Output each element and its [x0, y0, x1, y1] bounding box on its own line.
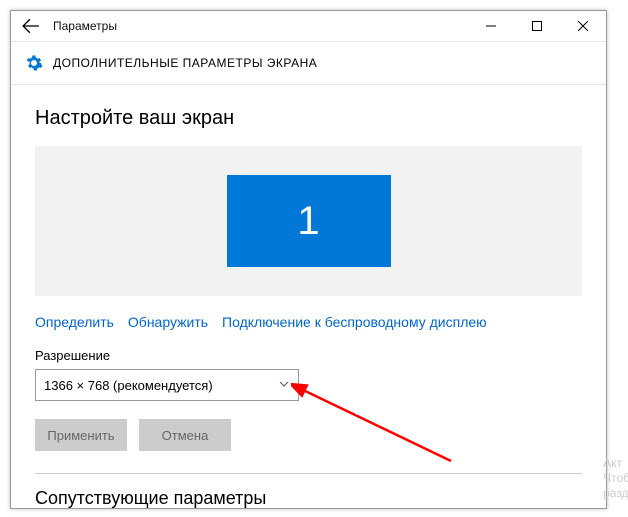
page-title: Настройте ваш экран — [35, 107, 582, 130]
watermark-line: Акт — [603, 456, 628, 471]
detect-link[interactable]: Обнаружить — [128, 314, 208, 330]
apply-button[interactable]: Применить — [35, 419, 127, 451]
action-buttons: Применить Отмена — [35, 419, 582, 451]
titlebar: Параметры — [11, 11, 606, 42]
close-button[interactable] — [560, 11, 606, 41]
display-preview: 1 — [35, 146, 582, 296]
monitor-tile[interactable]: 1 — [227, 175, 391, 267]
monitor-number: 1 — [297, 199, 319, 244]
display-links: Определить Обнаружить Подключение к бесп… — [35, 314, 582, 330]
content-area: Настройте ваш экран 1 Определить Обнаруж… — [11, 85, 606, 509]
watermark-line: разд — [603, 486, 628, 501]
header: ДОПОЛНИТЕЛЬНЫЕ ПАРАМЕТРЫ ЭКРАНА — [11, 42, 606, 85]
gear-icon — [25, 54, 43, 72]
watermark-line: Чтоб — [603, 471, 628, 486]
header-title: ДОПОЛНИТЕЛЬНЫЕ ПАРАМЕТРЫ ЭКРАНА — [53, 56, 317, 70]
minimize-button[interactable] — [468, 11, 514, 41]
related-settings-title: Сопутствующие параметры — [35, 488, 582, 509]
maximize-button[interactable] — [514, 11, 560, 41]
resolution-dropdown[interactable]: 1366 × 768 (рекомендуется) — [35, 369, 299, 401]
identify-link[interactable]: Определить — [35, 314, 114, 330]
divider — [35, 473, 582, 474]
arrow-left-icon — [22, 17, 40, 35]
window-title: Параметры — [51, 19, 468, 33]
watermark-text: Акт Чтоб разд — [603, 456, 628, 501]
maximize-icon — [532, 21, 542, 31]
window-controls — [468, 11, 606, 41]
close-icon — [578, 21, 588, 31]
back-button[interactable] — [11, 11, 51, 41]
wireless-display-link[interactable]: Подключение к беспроводному дисплею — [222, 314, 487, 330]
settings-window: Параметры ДОПОЛНИТЕЛЬНЫЕ ПАРАМЕТРЫ ЭКРАН… — [10, 10, 607, 509]
resolution-value: 1366 × 768 (рекомендуется) — [44, 378, 213, 393]
minimize-icon — [486, 21, 496, 31]
resolution-label: Разрешение — [35, 348, 582, 363]
cancel-button[interactable]: Отмена — [139, 419, 231, 451]
chevron-down-icon — [278, 378, 290, 393]
